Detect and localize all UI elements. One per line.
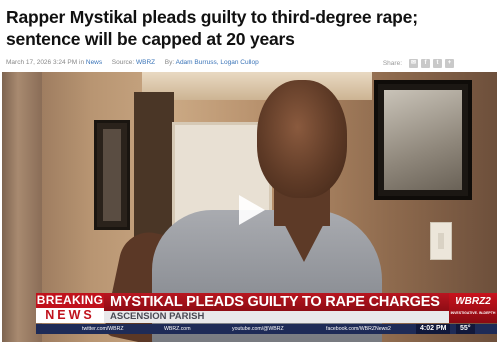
social-bar: twitter.com/WBRZ WBRZ.com youtube.com/@W… xyxy=(36,324,497,334)
byline-label: By: xyxy=(164,59,175,66)
facebook-icon[interactable]: f xyxy=(421,58,430,68)
more-icon[interactable]: + xyxy=(445,58,454,68)
station-logo-text: WBRZ2 xyxy=(455,296,491,307)
news-lower-third: BREAKING NEWS MYSTIKAL PLEADS GUILTY TO … xyxy=(2,290,497,342)
play-icon[interactable] xyxy=(233,193,267,227)
share-label: Share: xyxy=(382,59,402,67)
article-headline: Rapper Mystikal pleads guilty to third-d… xyxy=(6,7,418,49)
station-tagline: INVESTIGATIVE. IN-DEPTH xyxy=(450,311,496,315)
twitter-icon[interactable]: t xyxy=(433,58,442,68)
video-player[interactable]: BREAKING NEWS MYSTIKAL PLEADS GUILTY TO … xyxy=(2,72,497,342)
share-bar: Share: ✉ f t + xyxy=(383,58,454,68)
authors-link[interactable]: Adam Burruss, Logan Cullop xyxy=(176,59,259,66)
broadcast-time: 4:02 PM xyxy=(416,324,451,334)
article-meta: March 17, 2026 3:24 PM in News Source: W… xyxy=(6,58,496,71)
twitter-handle: twitter.com/WBRZ xyxy=(82,326,124,332)
website: WBRZ.com xyxy=(164,326,191,332)
person-head xyxy=(257,80,347,198)
article-date: March 17, 2026 3:24 PM xyxy=(6,59,78,66)
wall-picture-left xyxy=(94,120,130,230)
source-link[interactable]: WBRZ xyxy=(136,59,155,66)
wall-picture-right xyxy=(374,80,472,200)
source-label: Source: xyxy=(111,59,135,66)
light-switch xyxy=(430,222,452,260)
temperature: 55° xyxy=(456,324,475,334)
news-label: NEWS xyxy=(36,308,104,323)
station-logo: WBRZ2 INVESTIGATIVE. IN-DEPTH xyxy=(449,293,497,323)
breaking-label: BREAKING xyxy=(36,293,104,308)
email-icon[interactable]: ✉ xyxy=(409,58,418,68)
ticker-location: ASCENSION PARISH xyxy=(104,311,449,323)
youtube-handle: youtube.com/@WBRZ xyxy=(232,326,284,332)
section-link[interactable]: News xyxy=(86,59,102,66)
ticker-headline: MYSTIKAL PLEADS GUILTY TO RAPE CHARGES xyxy=(104,293,449,311)
breaking-news-badge: BREAKING NEWS xyxy=(36,293,104,323)
facebook-handle: facebook.com/WBRZNews2 xyxy=(326,326,391,332)
in-label: in xyxy=(79,59,85,66)
